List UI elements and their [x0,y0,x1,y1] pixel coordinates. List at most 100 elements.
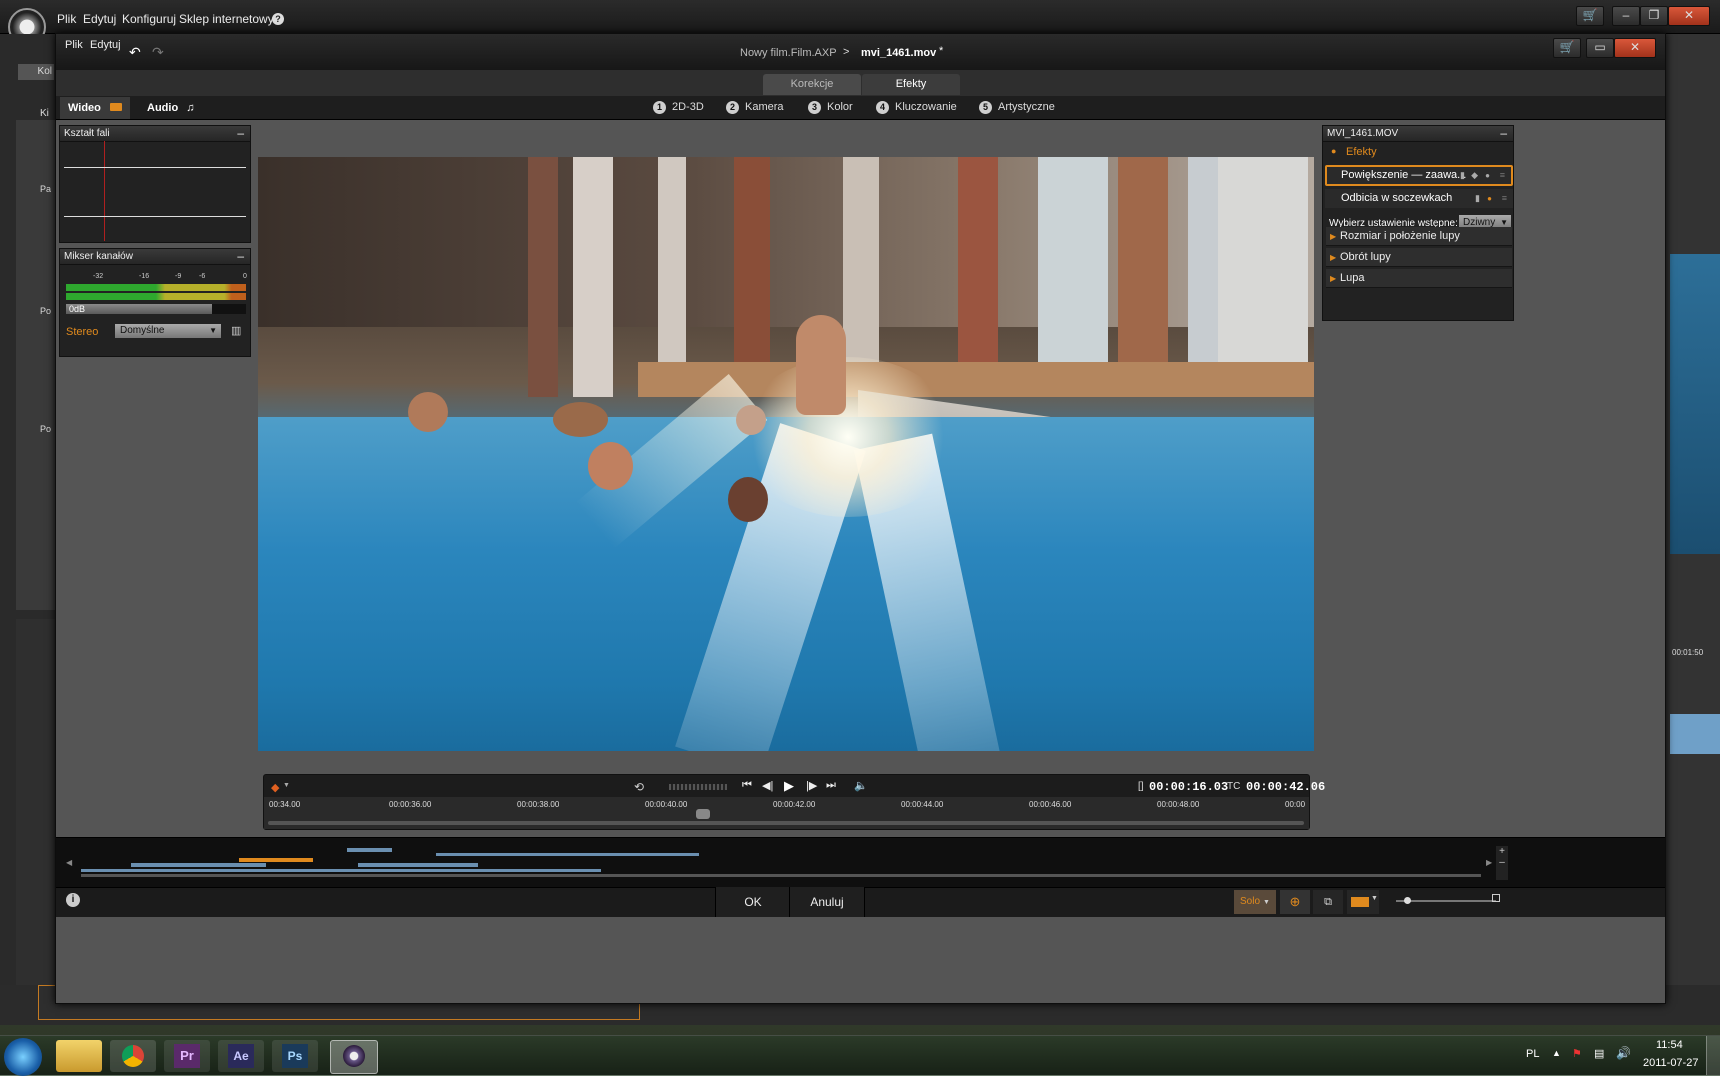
effect-item-lens-flare[interactable]: Odbicia w soczewkach ▮ ● ≡ [1325,189,1513,208]
group-label: Lupa [1340,272,1365,284]
color-swatch-dropdown[interactable]: ▼ [1347,890,1379,914]
waveform-panel: Kształt fali – [59,125,251,243]
shuttle-control[interactable] [669,784,727,790]
cancel-button[interactable]: Anuluj [789,887,865,917]
premiere-icon[interactable]: Pr [164,1040,210,1072]
start-button-icon[interactable] [4,1038,42,1076]
group-size-position[interactable]: ▶ Rozmiar i położenie lupy [1326,227,1512,246]
explorer-icon[interactable] [56,1040,102,1072]
menu-edytuj[interactable]: Edytuj [83,12,116,26]
show-desktop-button[interactable] [1706,1036,1720,1075]
transport-bar: ◆ ▼ ⟲ ⏮ ◀| ▶ |▶ ⏭ 🔈 [] 00:00:16.03 TC 00… [263,774,1325,830]
zoom-buttons[interactable]: + – [1496,846,1508,880]
step-kolor[interactable]: 3 Kolor [808,101,853,114]
step-kamera[interactable]: 2 Kamera [726,101,784,114]
outer-label: Pa [40,184,52,194]
tab-efekty[interactable]: Efekty [862,74,960,95]
group-label: Obrót lupy [1340,251,1391,263]
chevron-down-icon[interactable]: ▼ [283,782,290,789]
enable-dot-icon[interactable]: ● [1487,189,1492,208]
tab-korekcje[interactable]: Korekcje [763,74,861,95]
trash-icon[interactable]: ▮ [1460,167,1465,184]
expand-arrow-icon: ▶ [1330,232,1337,241]
menu-konfiguruj[interactable]: Konfiguruj [122,12,176,26]
restore-button[interactable]: ❐ [1640,6,1668,26]
collapse-icon[interactable]: – [237,249,244,264]
photoshop-icon[interactable]: Ps [272,1040,318,1072]
clock-date[interactable]: 2011-07-27 [1643,1057,1698,1069]
panel-title: Mikser kanałów [64,251,133,262]
close-button[interactable]: ✕ [1668,6,1710,26]
dialog-menu-plik[interactable]: Plik [65,39,83,51]
cart-icon[interactable]: 🛒 [1576,6,1604,26]
ruler-tick: 00:00:36.00 [389,800,432,809]
loop-icon[interactable]: ⟲ [634,780,644,794]
group-rotation[interactable]: ▶ Obrót lupy [1326,248,1512,267]
fit-icon[interactable] [1492,894,1500,902]
video-preview[interactable] [258,157,1314,751]
minimize-button[interactable]: – [1612,6,1640,26]
volume-tray-icon[interactable]: 🔊 [1616,1046,1631,1060]
menu-sklep[interactable]: Sklep internetowy [179,12,274,26]
redo-icon[interactable]: ↷ [152,44,164,61]
dialog-maximize-button[interactable]: ▭ [1586,38,1614,58]
step-back-icon[interactable]: ◀| [762,779,773,792]
tray-expand-icon[interactable]: ▲ [1552,1048,1561,1058]
equalizer-icon[interactable]: ▥ [231,324,241,337]
outer-tab[interactable]: Kol [18,64,54,80]
action-center-icon[interactable]: ⚑ [1572,1047,1582,1060]
keyframe-icon[interactable]: ◆ [1471,167,1478,184]
scrub-track[interactable] [268,821,1304,825]
preset-dropdown[interactable]: Domyślne ▼ [115,324,221,338]
playhead-handle[interactable] [696,809,711,819]
stereo-label: Stereo [66,326,99,338]
scroll-left-icon[interactable]: ◀ [66,858,72,867]
dialog-close-button[interactable]: ✕ [1614,38,1656,58]
go-start-icon[interactable]: ⏮ [742,779,752,792]
language-indicator[interactable]: PL [1526,1048,1539,1060]
external-preview-icon[interactable]: ⧉ [1313,890,1343,914]
crosshair-icon[interactable]: ⊕ [1280,890,1310,914]
group-lupa[interactable]: ▶ Lupa [1326,269,1512,288]
undo-icon[interactable]: ↶ [129,44,141,61]
enable-dot-icon[interactable]: ● [1485,167,1490,184]
chrome-icon[interactable] [110,1040,156,1072]
step-number: 4 [876,101,889,114]
collapse-icon[interactable]: – [237,126,244,141]
drag-handle-icon[interactable]: ≡ [1500,167,1505,184]
menu-plik[interactable]: Plik [57,12,76,26]
volume-icon[interactable]: 🔈 [854,779,868,792]
ruler[interactable]: 00:34.00 00:00:36.00 00:00:38.00 00:00:4… [264,797,1309,829]
pinnacle-icon[interactable] [330,1040,378,1074]
collapse-icon[interactable]: – [1500,126,1507,141]
channel-mixer-panel: Mikser kanałów – -32 -16 -9 -6 0 0dB Ster… [59,248,251,357]
go-end-icon[interactable]: ⏭ [826,779,836,792]
effects-dialog: Plik Edytuj ↶ ↷ Nowy film.Film.AXP > mvi… [55,33,1666,1004]
ok-button[interactable]: OK [715,887,791,917]
trash-icon[interactable]: ▮ [1475,189,1480,208]
network-icon[interactable]: ▤ [1594,1047,1604,1060]
solo-button[interactable]: Solo ▼ [1234,890,1276,914]
step-artystyczne[interactable]: 5 Artystyczne [979,101,1055,114]
dialog-cart-icon[interactable]: 🛒 [1553,38,1581,58]
ruler-tick: 00:00:44.00 [901,800,944,809]
gain-slider[interactable]: 0dB [66,304,246,314]
zoom-slider[interactable] [1396,897,1496,904]
outer-label: Ki [40,108,49,119]
info-icon[interactable]: i [66,893,80,907]
tab-wideo[interactable]: Wideo [60,97,130,119]
play-icon[interactable]: ▶ [784,778,794,794]
effect-item-magnify[interactable]: Powiększenie — zaawa... ▮ ◆ ● ≡ [1325,165,1513,186]
timeline-overview[interactable]: ◀ ▶ + – [56,837,1665,887]
after-effects-icon[interactable]: Ae [218,1040,264,1072]
scroll-right-icon[interactable]: ▶ [1486,858,1492,867]
help-icon[interactable]: ? [272,13,284,25]
dialog-menu-edytuj[interactable]: Edytuj [90,39,121,51]
step-kluczowanie[interactable]: 4 Kluczowanie [876,101,957,114]
step-forward-icon[interactable]: |▶ [806,779,817,792]
tab-audio[interactable]: Audio ♫ [139,97,209,119]
clock-time[interactable]: 11:54 [1656,1039,1683,1051]
drag-handle-icon[interactable]: ≡ [1502,189,1507,208]
step-2d-3d[interactable]: 1 2D-3D [653,101,704,114]
marker-icon[interactable]: ◆ [271,781,279,794]
